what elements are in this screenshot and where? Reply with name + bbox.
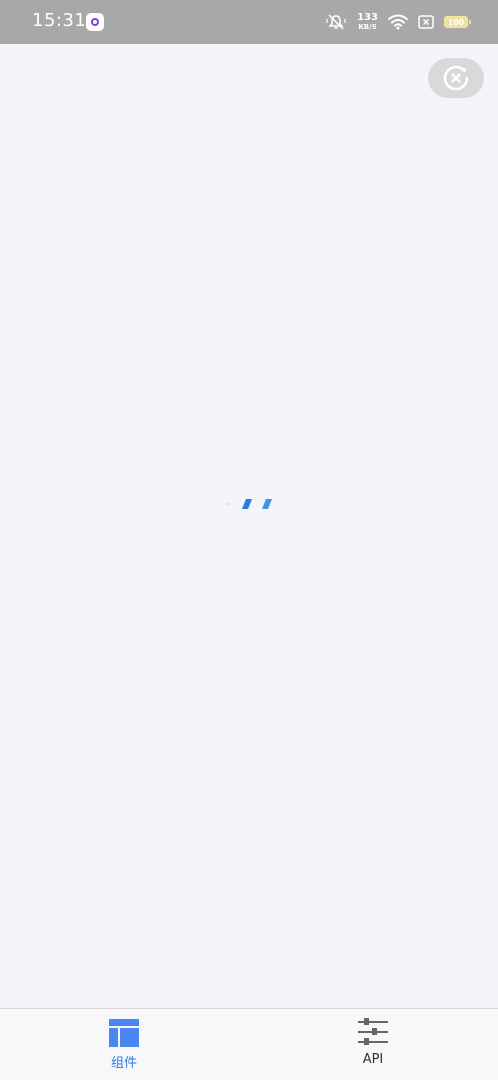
tab-components[interactable]: 组件	[64, 1017, 184, 1077]
tab-label-components: 组件	[110, 1056, 137, 1071]
tab-label-api: API	[362, 1052, 384, 1067]
network-speed-unit: KB/S	[358, 23, 377, 31]
battery-level: 100	[447, 17, 465, 27]
wifi-icon	[388, 14, 408, 30]
app-notification-icon	[86, 13, 104, 31]
loading-icon	[228, 499, 272, 509]
network-speed: 133 KB/S	[357, 13, 378, 31]
mute-icon	[326, 14, 346, 30]
status-time: 15:31	[32, 10, 87, 31]
tab-api[interactable]: API	[313, 1017, 433, 1077]
tab-bar: 组件 API	[0, 1008, 498, 1080]
main-content	[0, 44, 498, 1008]
close-circle-icon	[443, 65, 469, 91]
battery-icon: 100	[444, 16, 471, 28]
sliders-icon	[358, 1018, 388, 1045]
no-sim-icon	[418, 15, 434, 29]
status-bar: 15:31 133 KB/S 100	[0, 0, 498, 44]
status-icons: 133 KB/S 100	[325, 0, 471, 44]
network-speed-value: 133	[357, 12, 378, 23]
capsule-close-button[interactable]	[428, 58, 484, 98]
layout-icon	[109, 1019, 139, 1047]
